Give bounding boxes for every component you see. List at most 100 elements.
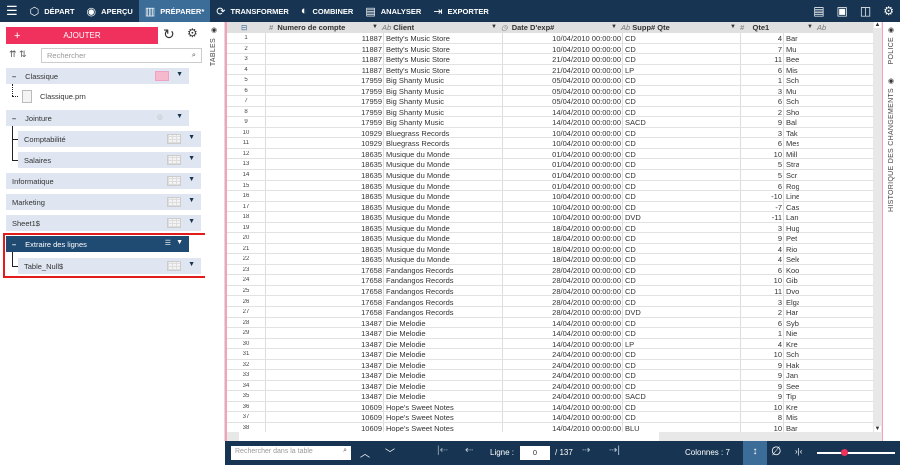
cell-ship-date[interactable]: 18/04/2010 00:00:00 xyxy=(503,255,621,264)
cell-account-number[interactable]: 13487 xyxy=(265,329,382,338)
cell-row-number[interactable]: 27 xyxy=(227,309,265,315)
cell-ship-date[interactable]: 21/04/2010 00:00:00 xyxy=(503,66,621,75)
cell-client[interactable]: Die Melodie xyxy=(384,350,502,359)
column-header-numero[interactable]: # Numero de compte xyxy=(269,23,345,32)
cell-qte1[interactable]: 9 xyxy=(741,361,782,370)
filter-rows-icon[interactable]: ⊟ xyxy=(241,23,247,32)
table-row[interactable]: 13 18635 Musique du Monde 01/04/2010 00:00:… xyxy=(227,159,875,170)
cell-client[interactable]: Fandangos Records xyxy=(384,266,502,275)
cell-support[interactable]: CD xyxy=(623,55,741,64)
first-row-button[interactable]: |⇠ xyxy=(437,445,448,456)
cell-row-number[interactable]: 16 xyxy=(227,193,265,199)
cell-client[interactable]: Big Shanty Music xyxy=(384,97,502,106)
cell-next-column[interactable]: Mu xyxy=(784,87,799,96)
search-input[interactable]: Rechercher ⌕ xyxy=(41,48,202,63)
cell-row-number[interactable]: 36 xyxy=(227,404,265,410)
cell-support[interactable]: CD xyxy=(623,298,741,307)
table-row[interactable]: 28 13487 Die Melodie 14/04/2010 00:00:00 CD 6… xyxy=(227,318,875,329)
refresh-icon[interactable]: ↻ xyxy=(163,26,175,43)
column-header-supp-qte[interactable]: Ab Supp# Qte xyxy=(621,23,670,32)
table-row[interactable]: 10 10929 Bluegrass Records 10/04/2010 00:00… xyxy=(227,128,875,139)
cell-account-number[interactable]: 18635 xyxy=(265,234,382,243)
cell-qte1[interactable]: 4 xyxy=(741,245,782,254)
cell-ship-date[interactable]: 10/04/2010 00:00:00 xyxy=(503,203,621,212)
settings-icon[interactable]: ⚙ xyxy=(187,26,198,40)
cell-row-number[interactable]: 26 xyxy=(227,299,265,305)
cell-next-column[interactable]: Hug xyxy=(784,224,799,233)
cell-next-column[interactable]: Nie xyxy=(784,329,799,338)
menu-button[interactable]: ☰ xyxy=(0,0,24,22)
cell-account-number[interactable]: 13487 xyxy=(265,319,382,328)
cell-support[interactable]: BLU xyxy=(623,424,741,432)
cell-row-number[interactable]: 34 xyxy=(227,383,265,389)
cell-next-column[interactable]: Sch xyxy=(784,350,799,359)
cell-ship-date[interactable]: 28/04/2010 00:00:00 xyxy=(503,266,621,275)
cell-ship-date[interactable]: 14/04/2010 00:00:00 xyxy=(503,424,621,432)
cell-account-number[interactable]: 18635 xyxy=(265,213,382,222)
cell-client[interactable]: Betty's Music Store xyxy=(384,55,502,64)
table-row[interactable]: 2 11887 Betty's Music Store 10/04/2010 00:0… xyxy=(227,44,875,55)
cell-ship-date[interactable]: 14/04/2010 00:00:00 xyxy=(503,108,621,117)
chevron-down-icon[interactable]: ▼ xyxy=(730,24,736,30)
cell-client[interactable]: Big Shanty Music xyxy=(384,118,502,127)
cell-support[interactable]: CD xyxy=(623,108,741,117)
cell-row-number[interactable]: 38 xyxy=(227,425,265,431)
cell-ship-date[interactable]: 18/04/2010 00:00:00 xyxy=(503,224,621,233)
cell-ship-date[interactable]: 01/04/2010 00:00:00 xyxy=(503,160,621,169)
cell-ship-date[interactable]: 28/04/2010 00:00:00 xyxy=(503,287,621,296)
cell-account-number[interactable]: 17658 xyxy=(265,287,382,296)
cell-qte1[interactable]: 4 xyxy=(741,34,782,43)
chevron-down-icon[interactable]: ▼ xyxy=(176,71,183,78)
cell-qte1[interactable]: 3 xyxy=(741,298,782,307)
cell-support[interactable]: CD xyxy=(623,266,741,275)
cell-client[interactable]: Musique du Monde xyxy=(384,255,502,264)
cell-ship-date[interactable]: 24/04/2010 00:00:00 xyxy=(503,382,621,391)
cell-support[interactable]: CD xyxy=(623,129,741,138)
add-button[interactable]: + AJOUTER xyxy=(6,27,158,44)
cell-client[interactable]: Musique du Monde xyxy=(384,234,502,243)
info-icon[interactable]: ▤ xyxy=(813,4,824,18)
cell-next-column[interactable]: Sho xyxy=(784,108,799,117)
cell-next-column[interactable]: Kre xyxy=(784,340,799,349)
cell-support[interactable]: CD xyxy=(623,192,741,201)
cell-account-number[interactable]: 17959 xyxy=(265,108,382,117)
cell-ship-date[interactable]: 28/04/2010 00:00:00 xyxy=(503,276,621,285)
cell-support[interactable]: CD xyxy=(623,97,741,106)
cell-next-column[interactable]: Jan xyxy=(784,371,799,380)
tab-combiner[interactable]: ◐ COMBINER xyxy=(295,0,360,22)
tree-file-classique-prn[interactable]: Classique.prn xyxy=(22,90,86,103)
column-header-date[interactable]: ◷ Date D'exp# xyxy=(501,23,554,32)
tab-analyser[interactable]: ▤ ANALYSER xyxy=(359,0,427,22)
cell-qte1[interactable]: 2 xyxy=(741,308,782,317)
zoom-slider-handle[interactable] xyxy=(840,449,848,456)
cell-next-column[interactable]: Scr xyxy=(784,171,799,180)
table-row[interactable]: 34 13487 Die Melodie 24/04/2010 00:00:00 CD 9… xyxy=(227,381,875,392)
table-row[interactable]: 24 17658 Fandangos Records 28/04/2010 00:00… xyxy=(227,275,875,286)
last-row-button[interactable]: ⇢| xyxy=(609,445,620,456)
cell-ship-date[interactable]: 10/04/2010 00:00:00 xyxy=(503,213,621,222)
cell-support[interactable]: CD xyxy=(623,276,741,285)
cell-row-number[interactable]: 11 xyxy=(227,140,265,146)
cell-qte1[interactable]: 9 xyxy=(741,392,782,401)
table-row[interactable]: 3 11887 Betty's Music Store 21/04/2010 00:0… xyxy=(227,54,875,65)
table-row[interactable]: 7 17959 Big Shanty Music 05/04/2010 00:00:0… xyxy=(227,96,875,107)
cell-support[interactable]: CD xyxy=(623,87,741,96)
table-row[interactable]: 36 10609 Hope's Sweet Notes 14/04/2010 00:0… xyxy=(227,402,875,413)
cell-client[interactable]: Fandangos Records xyxy=(384,287,502,296)
table-row[interactable]: 11 10929 Bluegrass Records 10/04/2010 00:00… xyxy=(227,138,875,149)
cell-next-column[interactable]: Syb xyxy=(784,319,799,328)
cell-account-number[interactable]: 18635 xyxy=(265,192,382,201)
cell-row-number[interactable]: 21 xyxy=(227,246,265,252)
table-row[interactable]: 15 18635 Musique du Monde 01/04/2010 00:00:… xyxy=(227,181,875,192)
cell-client[interactable]: Musique du Monde xyxy=(384,192,502,201)
cell-ship-date[interactable]: 14/04/2010 00:00:00 xyxy=(503,403,621,412)
table-row[interactable]: 19 18635 Musique du Monde 18/04/2010 00:00:… xyxy=(227,223,875,234)
cell-ship-date[interactable]: 14/04/2010 00:00:00 xyxy=(503,118,621,127)
cell-row-number[interactable]: 37 xyxy=(227,414,265,420)
cell-client[interactable]: Hope's Sweet Notes xyxy=(384,424,502,432)
cell-ship-date[interactable]: 14/04/2010 00:00:00 xyxy=(503,413,621,422)
cell-qte1[interactable]: 10 xyxy=(741,424,782,432)
cell-row-number[interactable]: 5 xyxy=(227,77,265,83)
cell-account-number[interactable]: 11887 xyxy=(265,66,382,75)
cell-client[interactable]: Die Melodie xyxy=(384,382,502,391)
